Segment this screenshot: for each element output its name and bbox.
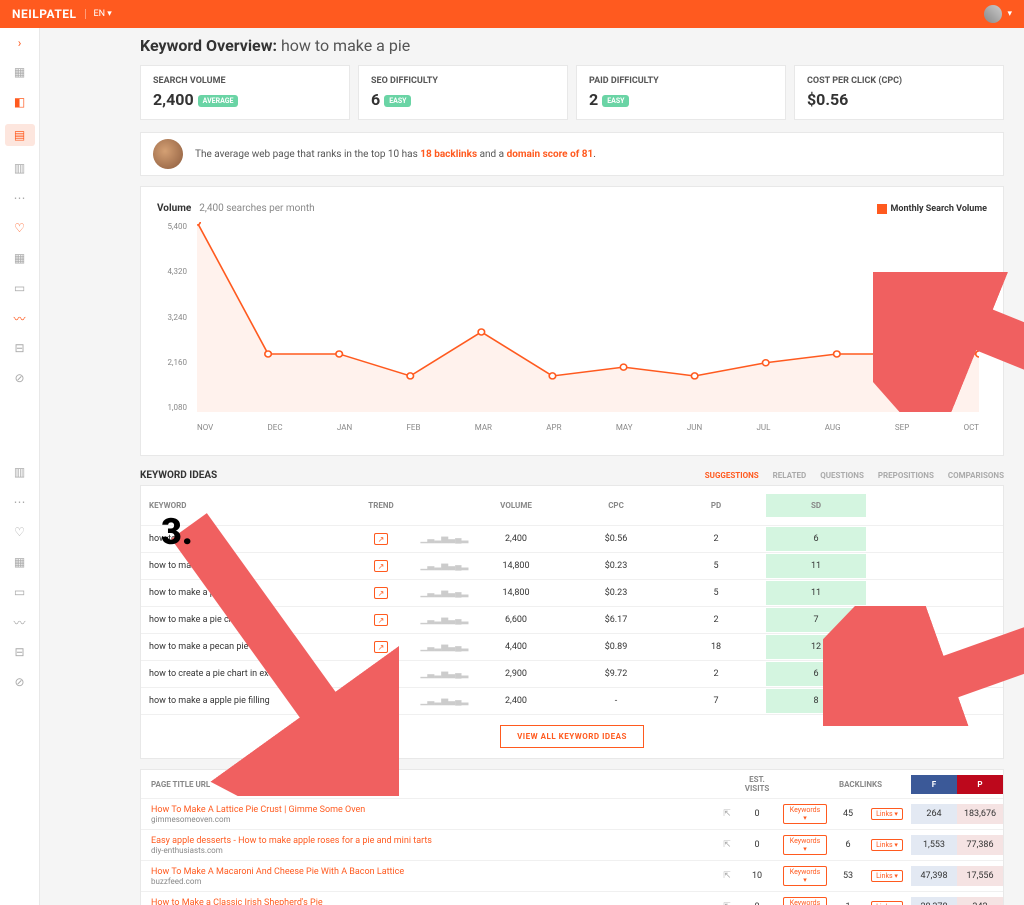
pinterest-icon: P (957, 775, 1003, 794)
external-link-icon[interactable]: ⇱ (717, 835, 737, 855)
nav-icon[interactable]: ▥ (12, 160, 28, 176)
keywords-button[interactable]: Keywords ▾ (783, 866, 827, 886)
nav-icon[interactable]: 〰 (12, 310, 28, 326)
legend-swatch (877, 204, 887, 214)
lang-selector[interactable]: EN ▾ (85, 9, 112, 19)
nav-active-icon[interactable]: ▤ (5, 124, 35, 146)
trend-arrow-icon: ↗ (374, 560, 388, 572)
nav-icon[interactable]: ▭ (12, 584, 28, 600)
keywords-button[interactable]: Keywords ▾ (783, 804, 827, 824)
tip-avatar-icon (153, 139, 183, 169)
nav-icon[interactable]: ♡ (12, 220, 28, 236)
page-title: Keyword Overview: how to make a pie (140, 36, 1004, 55)
keyword-row[interactable]: how to make pie crust↗▁▃▂▅▃▄▂14,800$0.23… (141, 553, 1003, 580)
keyword-row[interactable]: how to make a pie crust↗▁▃▂▅▃▄▂14,800$0.… (141, 580, 1003, 607)
nav-icon[interactable]: ⊘ (12, 370, 28, 386)
sidebar: › ▦ ◧ ▤ ▥ ⋯ ♡ ▦ ▭ 〰 ⊟ ⊘ ▥ ⋯ ♡ ▦ ▭ 〰 ⊟ ⊘ (0, 28, 40, 905)
trend-arrow-icon: ↗ (374, 668, 388, 680)
sparkline-icon: ▁▃▂▅▃▄▂ (421, 560, 457, 572)
view-all-keyword-ideas-button[interactable]: VIEW ALL KEYWORD IDEAS (500, 725, 644, 748)
sparkline-icon: ▁▃▂▅▃▄▂ (421, 641, 457, 653)
sparkline-icon: ▁▃▂▅▃▄▂ (421, 533, 457, 545)
tip-bar: The average web page that ranks in the t… (140, 132, 1004, 176)
nav-icon[interactable]: ⊟ (12, 340, 28, 356)
trend-arrow-icon: ↗ (374, 641, 388, 653)
nav-icon[interactable]: ♡ (12, 524, 28, 540)
user-menu-chevron[interactable]: ▾ (1007, 9, 1012, 19)
trend-arrow-icon: ↗ (374, 614, 388, 626)
nav-icon[interactable]: ▦ (12, 554, 28, 570)
trend-arrow-icon: ↗ (374, 695, 388, 707)
dashboard-icon[interactable]: ▦ (12, 64, 28, 80)
keyword-ideas-title: KEYWORD IDEAS (140, 470, 217, 481)
nav-icon[interactable]: ⋯ (12, 494, 28, 510)
links-button[interactable]: Links ▾ (871, 870, 903, 882)
avatar[interactable] (984, 5, 1002, 23)
nav-icon[interactable]: ⊟ (12, 644, 28, 660)
nav-icon[interactable]: ▦ (12, 250, 28, 266)
keyword-ideas-table: KEYWORDTRENDVOLUMECPCPDSD how to make a … (140, 485, 1004, 759)
external-link-icon[interactable]: ⇱ (717, 866, 737, 886)
serp-row[interactable]: How To Make A Lattice Pie Crust | Gimme … (141, 799, 1003, 830)
keyword-row[interactable]: how to make a pie chart in excel↗▁▃▂▅▃▄▂… (141, 607, 1003, 634)
external-link-icon[interactable]: ⇱ (717, 897, 737, 905)
facebook-icon: f (911, 775, 957, 794)
sparkline-icon: ▁▃▂▅▃▄▂ (421, 668, 457, 680)
keyword-row[interactable]: how to make a apple pie filling↗▁▃▂▅▃▄▂2… (141, 688, 1003, 715)
nav-icon[interactable]: 〰 (12, 614, 28, 630)
trend-arrow-icon: ↗ (374, 533, 388, 545)
links-button[interactable]: Links ▾ (871, 839, 903, 851)
brand-logo: NEILPATEL (12, 7, 77, 21)
tab-questions[interactable]: QUESTIONS (820, 471, 864, 480)
trend-arrow-icon: ↗ (374, 587, 388, 599)
serp-row[interactable]: Easy apple desserts - How to make apple … (141, 830, 1003, 861)
sparkline-icon: ▁▃▂▅▃▄▂ (421, 695, 457, 707)
tab-suggestions[interactable]: SUGGESTIONS (705, 471, 759, 480)
sparkline-icon: ▁▃▂▅▃▄▂ (421, 614, 457, 626)
nav-icon[interactable]: ▭ (12, 280, 28, 296)
volume-chart: Volume2,400 searches per month Monthly S… (140, 186, 1004, 456)
expand-icon[interactable]: › (13, 36, 27, 50)
links-button[interactable]: Links ▾ (871, 808, 903, 820)
metric-seo-difficulty: SEO DIFFICULTY 6EASY (358, 65, 568, 120)
nav-icon[interactable]: ▥ (12, 464, 28, 480)
serp-row[interactable]: How to Make a Classic Irish Shepherd's P… (141, 892, 1003, 905)
tab-prepositions[interactable]: PREPOSITIONS (878, 471, 934, 480)
metric-search-volume: SEARCH VOLUME 2,400AVERAGE (140, 65, 350, 120)
keywords-button[interactable]: Keywords ▾ (783, 835, 827, 855)
nav-icon[interactable]: ⋯ (12, 190, 28, 206)
nav-icon[interactable]: ◧ (12, 94, 28, 110)
keywords-button[interactable]: Keywords ▾ (783, 897, 827, 905)
annotation-3: 3. (161, 511, 193, 553)
tab-comparisons[interactable]: COMPARISONS (948, 471, 1004, 480)
tab-related[interactable]: RELATED (773, 471, 807, 480)
links-button[interactable]: Links ▾ (871, 901, 903, 905)
serp-table: PAGE TITLE URL EST. VISITS BACKLINKS f P… (140, 769, 1004, 905)
nav-icon[interactable]: ⊘ (12, 674, 28, 690)
keyword-row[interactable]: how to make a pecan pie↗▁▃▂▅▃▄▂4,400$0.8… (141, 634, 1003, 661)
keyword-row[interactable]: how to make a pie↗▁▃▂▅▃▄▂2,400$0.5626 (141, 526, 1003, 553)
sparkline-icon: ▁▃▂▅▃▄▂ (421, 587, 457, 599)
metric-paid-difficulty: PAID DIFFICULTY 2EASY (576, 65, 786, 120)
keyword-row[interactable]: how to create a pie chart in excel↗▁▃▂▅▃… (141, 661, 1003, 688)
metric-cpc: COST PER CLICK (CPC) $0.56 (794, 65, 1004, 120)
serp-row[interactable]: How To Make A Macaroni And Cheese Pie Wi… (141, 861, 1003, 892)
external-link-icon[interactable]: ⇱ (717, 804, 737, 824)
